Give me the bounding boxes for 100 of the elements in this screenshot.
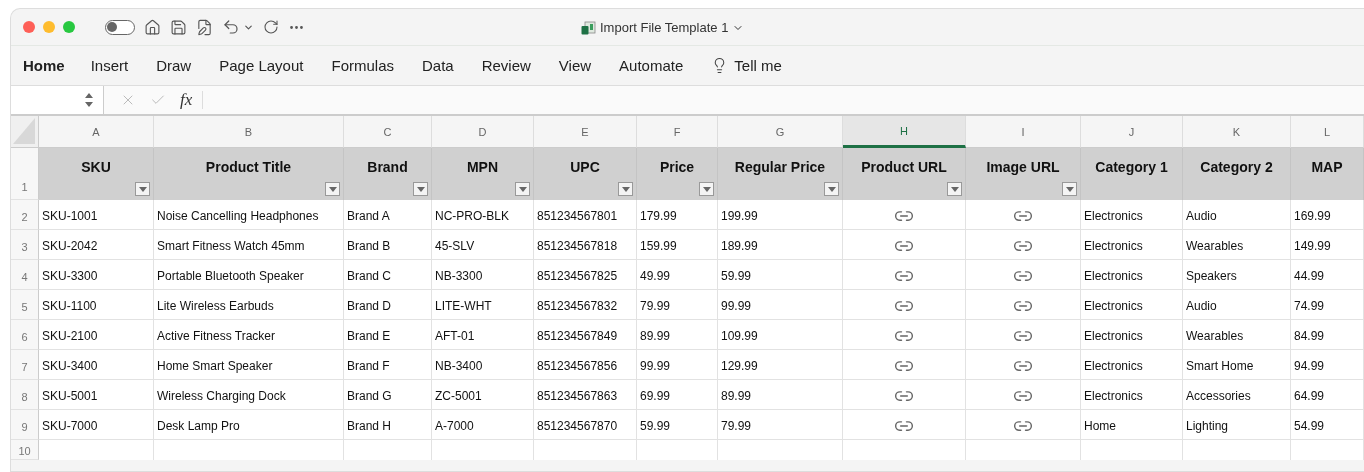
column-header[interactable]: G bbox=[718, 116, 843, 148]
caret-icon[interactable] bbox=[138, 186, 147, 192]
row-header[interactable]: 10 bbox=[11, 440, 39, 460]
column-header[interactable]: B bbox=[154, 116, 344, 148]
column-header[interactable]: C bbox=[344, 116, 432, 148]
caret-icon[interactable] bbox=[702, 186, 711, 192]
redo-icon[interactable] bbox=[263, 19, 279, 35]
table-cell: Smart Fitness Watch 45mm bbox=[154, 230, 344, 260]
header-cell: MPN bbox=[432, 148, 534, 200]
ribbon-tab[interactable]: Draw bbox=[156, 53, 206, 78]
filter-button[interactable] bbox=[515, 182, 530, 196]
home-icon[interactable] bbox=[144, 18, 161, 36]
column-header[interactable]: D bbox=[432, 116, 534, 148]
save-icon[interactable] bbox=[170, 18, 187, 36]
table-cell: 69.99 bbox=[637, 380, 718, 410]
caret-icon[interactable] bbox=[621, 186, 630, 192]
caret-icon[interactable] bbox=[416, 186, 425, 192]
table-cell: 129.99 bbox=[718, 350, 843, 380]
table-cell: SKU-2042 bbox=[39, 230, 154, 260]
table-cell: 851234567832 bbox=[534, 290, 637, 320]
filter-button[interactable] bbox=[413, 182, 428, 196]
tell-me-link[interactable]: Tell me bbox=[734, 57, 782, 74]
table-cell: 99.99 bbox=[637, 350, 718, 380]
table-cell: Portable Bluetooth Speaker bbox=[154, 260, 344, 290]
row-header[interactable]: 2 bbox=[11, 200, 39, 230]
column-header[interactable]: E bbox=[534, 116, 637, 148]
table-cell: 64.99 bbox=[1291, 380, 1364, 410]
table-cell: 169.99 bbox=[1291, 200, 1364, 230]
table-cell: Electronics bbox=[1081, 290, 1183, 320]
ribbon-tab[interactable]: View bbox=[558, 53, 606, 78]
autosave-toggle[interactable] bbox=[105, 19, 135, 35]
filter-button[interactable] bbox=[135, 182, 150, 196]
row-header[interactable]: 8 bbox=[11, 380, 39, 410]
header-cell: Price bbox=[637, 148, 718, 200]
table-cell: 851234567818 bbox=[534, 230, 637, 260]
table-cell: ZC-5001 bbox=[432, 380, 534, 410]
ribbon-tab[interactable]: Data bbox=[422, 53, 468, 78]
table-cell: 59.99 bbox=[637, 410, 718, 440]
undo-icon[interactable] bbox=[222, 18, 240, 36]
filter-button[interactable] bbox=[947, 182, 962, 196]
table-cell: SKU-3400 bbox=[39, 350, 154, 380]
table-cell: 74.99 bbox=[1291, 290, 1364, 320]
header-cell: Regular Price bbox=[718, 148, 843, 200]
caret-icon[interactable] bbox=[518, 186, 527, 192]
table-cell: 851234567849 bbox=[534, 320, 637, 350]
caret-icon[interactable] bbox=[950, 186, 959, 192]
column-header[interactable]: H bbox=[843, 116, 966, 148]
table-cell: 59.99 bbox=[718, 260, 843, 290]
window-title: Import File Template 1 bbox=[600, 20, 729, 35]
table-cell: 79.99 bbox=[637, 290, 718, 320]
filter-button[interactable] bbox=[824, 182, 839, 196]
table-cell: SKU-1001 bbox=[39, 200, 154, 230]
table-cell: Wireless Charging Dock bbox=[154, 380, 344, 410]
table-cell: Brand A bbox=[344, 200, 432, 230]
table-cell: Wearables bbox=[1183, 320, 1291, 350]
table-cell: NB-3400 bbox=[432, 350, 534, 380]
stepper-icon[interactable] bbox=[85, 93, 93, 107]
row-header[interactable]: 5 bbox=[11, 290, 39, 320]
caret-icon[interactable] bbox=[1065, 186, 1074, 192]
edit-file-icon[interactable] bbox=[196, 18, 213, 36]
row-header[interactable]: 6 bbox=[11, 320, 39, 350]
ribbon-tab[interactable]: Insert bbox=[90, 53, 143, 78]
header-cell: Product URL bbox=[843, 148, 966, 200]
column-header[interactable]: A bbox=[39, 116, 154, 148]
table-cell: 49.99 bbox=[637, 260, 718, 290]
row-header[interactable]: 9 bbox=[11, 410, 39, 440]
filter-button[interactable] bbox=[325, 182, 340, 196]
column-header[interactable]: K bbox=[1183, 116, 1291, 148]
table-cell: Desk Lamp Pro bbox=[154, 410, 344, 440]
table-cell: Home bbox=[1081, 410, 1183, 440]
table-cell: 851234567801 bbox=[534, 200, 637, 230]
row-header[interactable]: 4 bbox=[11, 260, 39, 290]
table-cell: 79.99 bbox=[718, 410, 843, 440]
ribbon-tab[interactable]: Home bbox=[23, 53, 79, 78]
table-cell: Electronics bbox=[1081, 380, 1183, 410]
insert-function-button[interactable]: fx bbox=[180, 90, 193, 110]
table-cell: SKU-1100 bbox=[39, 290, 154, 320]
table-cell: AFT-01 bbox=[432, 320, 534, 350]
table-cell: Electronics bbox=[1081, 320, 1183, 350]
column-header[interactable]: J bbox=[1081, 116, 1183, 148]
caret-icon[interactable] bbox=[328, 186, 337, 192]
ribbon-tab[interactable]: Automate bbox=[619, 53, 698, 78]
ribbon-tab[interactable]: Formulas bbox=[331, 53, 408, 78]
filter-button[interactable] bbox=[618, 182, 633, 196]
row-header[interactable]: 1 bbox=[11, 148, 39, 200]
row-header[interactable]: 3 bbox=[11, 230, 39, 260]
filter-button[interactable] bbox=[1062, 182, 1077, 196]
table-cell: SKU-7000 bbox=[39, 410, 154, 440]
ribbon-tab[interactable]: Page Layout bbox=[219, 53, 318, 78]
caret-icon[interactable] bbox=[827, 186, 836, 192]
header-cell: UPC bbox=[534, 148, 637, 200]
table-cell: SKU-3300 bbox=[39, 260, 154, 290]
row-header[interactable]: 7 bbox=[11, 350, 39, 380]
column-header[interactable]: F bbox=[637, 116, 718, 148]
spreadsheet-file-icon bbox=[581, 20, 596, 35]
ribbon-tab[interactable]: Review bbox=[481, 53, 545, 78]
close-button[interactable] bbox=[23, 21, 35, 33]
filter-button[interactable] bbox=[699, 182, 714, 196]
column-header[interactable]: L bbox=[1291, 116, 1364, 148]
column-header[interactable]: I bbox=[966, 116, 1081, 148]
